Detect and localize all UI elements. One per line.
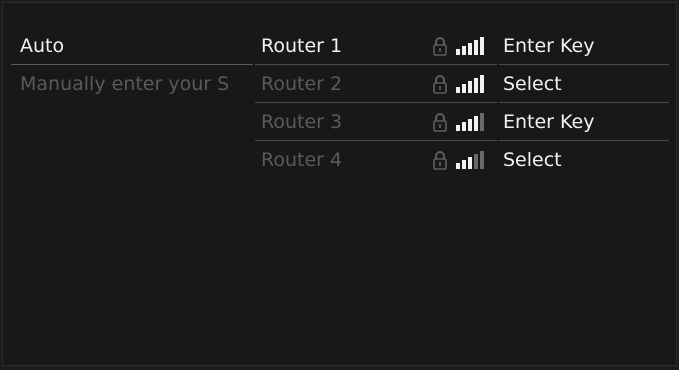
network-row-2[interactable]: Router 2 xyxy=(255,65,497,103)
menu-item-auto[interactable]: Auto xyxy=(11,27,253,65)
enter-key-button[interactable]: Enter Key xyxy=(499,27,669,65)
select-button[interactable]: Select xyxy=(499,141,669,179)
network-action-row-1: Enter Key xyxy=(499,27,669,65)
signal-strength-icon xyxy=(456,113,490,131)
signal-strength-icon xyxy=(456,151,490,169)
network-action-row-3: Enter Key xyxy=(499,103,669,141)
network-action-row-2: Select xyxy=(499,65,669,103)
network-row-3[interactable]: Router 3 xyxy=(255,103,497,141)
network-list: Router 1 Router 2 Router 3 Router 4 xyxy=(255,27,497,179)
signal-strength-icon xyxy=(456,37,490,55)
network-name: Router 1 xyxy=(261,35,343,57)
enter-key-button[interactable]: Enter Key xyxy=(499,103,669,141)
network-row-4[interactable]: Router 4 xyxy=(255,141,497,179)
signal-strength-icon xyxy=(456,75,490,93)
lock-icon xyxy=(433,151,447,170)
network-row-1[interactable]: Router 1 xyxy=(255,27,497,65)
lock-icon xyxy=(433,113,447,132)
network-name: Router 3 xyxy=(261,111,343,133)
lock-icon xyxy=(433,37,447,56)
network-name: Router 4 xyxy=(261,149,343,171)
select-button[interactable]: Select xyxy=(499,65,669,103)
network-action-row-4: Select xyxy=(499,141,669,179)
network-name: Router 2 xyxy=(261,73,343,95)
lock-icon xyxy=(433,75,447,94)
wifi-setup-screen: Auto Manually enter your S Router 1 Rout… xyxy=(2,2,677,366)
connection-mode-menu: Auto Manually enter your S xyxy=(11,27,253,103)
network-action-list: Enter Key Select Enter Key Select xyxy=(499,27,669,179)
menu-item-manual-ssid[interactable]: Manually enter your S xyxy=(11,65,253,103)
